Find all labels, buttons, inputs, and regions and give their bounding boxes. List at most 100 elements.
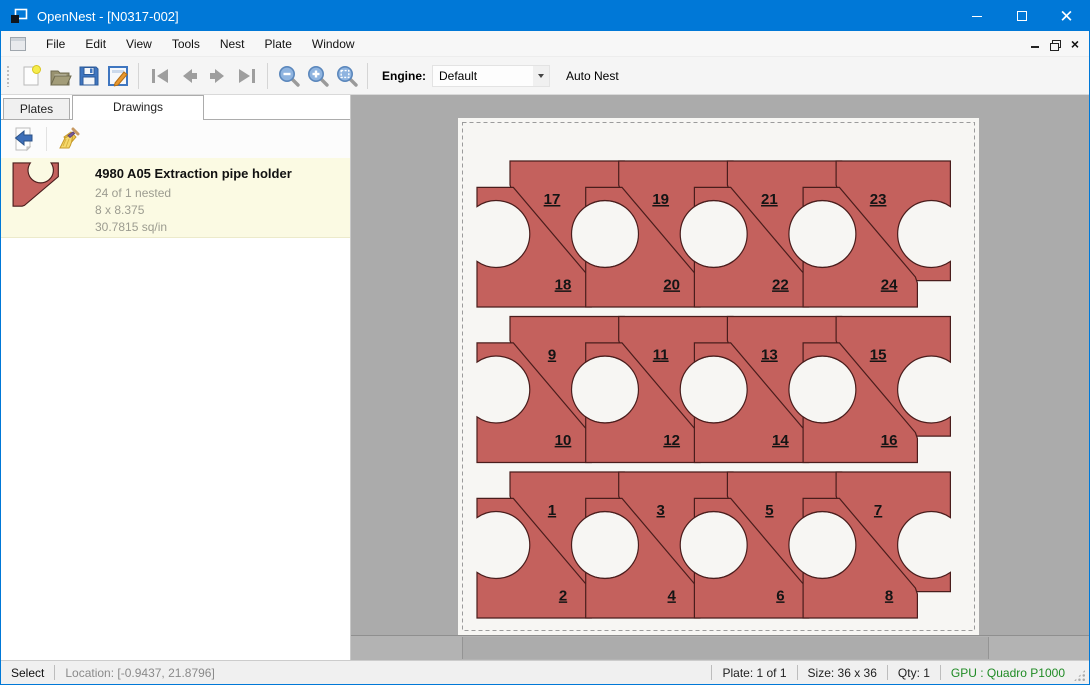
window-title: OpenNest - [N0317-002] — [37, 9, 179, 24]
status-separator — [887, 665, 888, 680]
scrollbar-thumb[interactable] — [462, 637, 989, 659]
drawing-item-info: 4980 A05 Extraction pipe holder 24 of 1 … — [95, 163, 342, 232]
toolbar-separator — [367, 63, 368, 89]
zoom-fit-button[interactable] — [332, 61, 361, 90]
mdi-window-controls: × — [1031, 38, 1079, 50]
drawings-toolbar — [1, 120, 350, 158]
part-number-label: 23 — [870, 191, 887, 208]
engine-combobox-value: Default — [433, 69, 533, 83]
save-edit-button[interactable] — [103, 61, 132, 90]
drawing-nested-count: 24 of 1 nested — [95, 185, 342, 202]
sidebar-panel: Plates Drawings — [1, 95, 351, 660]
go-previous-button[interactable] — [174, 61, 203, 90]
mdi-minimize-icon[interactable] — [1031, 46, 1039, 48]
sidebar-tabstrip: Plates Drawings — [1, 95, 350, 120]
part-number-label: 8 — [885, 587, 893, 604]
part-number-label: 24 — [881, 276, 898, 293]
status-separator — [54, 665, 55, 680]
clean-button[interactable] — [54, 124, 84, 154]
go-next-button[interactable] — [203, 61, 232, 90]
menu-item-window[interactable]: Window — [302, 32, 365, 56]
mdi-restore-icon[interactable] — [1052, 40, 1061, 48]
go-previous-icon — [177, 64, 201, 88]
zoom-out-button[interactable] — [274, 61, 303, 90]
part-number-label: 9 — [548, 347, 556, 364]
combobox-dropdown-icon[interactable] — [533, 66, 549, 86]
part-number-label: 11 — [653, 347, 669, 364]
plate-view[interactable]: 171819202122232491011121314151612345678 — [458, 118, 979, 635]
open-file-button[interactable] — [45, 61, 74, 90]
return-arrow-icon — [11, 126, 37, 152]
tab-plates[interactable]: Plates — [3, 98, 70, 119]
open-file-icon — [48, 64, 72, 88]
minimize-button[interactable] — [954, 1, 999, 31]
part-number-label: 10 — [555, 432, 572, 449]
save-edit-icon — [106, 64, 130, 88]
app-logo-icon — [10, 8, 28, 24]
panel-toolbar-separator — [46, 127, 47, 151]
status-gpu: GPU : Quadro P1000 — [951, 666, 1065, 680]
save-button[interactable] — [74, 61, 103, 90]
title-bar: OpenNest - [N0317-002] ✕ — [1, 1, 1089, 31]
status-plate-size: Size: 36 x 36 — [808, 666, 877, 680]
close-icon: ✕ — [1059, 8, 1073, 25]
zoom-fit-icon — [335, 64, 359, 88]
menu-item-file[interactable]: File — [36, 32, 75, 56]
menu-item-edit[interactable]: Edit — [75, 32, 116, 56]
menu-item-tools[interactable]: Tools — [162, 32, 210, 56]
menu-item-view[interactable]: View — [116, 32, 162, 56]
menu-item-nest[interactable]: Nest — [210, 32, 255, 56]
zoom-in-button[interactable] — [303, 61, 332, 90]
part-number-label: 7 — [874, 502, 882, 519]
engine-combobox[interactable]: Default — [432, 65, 550, 87]
auto-nest-button[interactable]: Auto Nest — [556, 63, 629, 89]
resize-grip-icon[interactable] — [1073, 669, 1086, 682]
drawing-list-item[interactable]: 4980 A05 Extraction pipe holder 24 of 1 … — [1, 158, 350, 238]
status-separator — [711, 665, 712, 680]
part-number-label: 20 — [663, 276, 680, 293]
menu-bar: FileEditViewToolsNestPlateWindow × — [1, 31, 1089, 57]
status-location: Location: [-0.9437, 21.8796] — [65, 666, 214, 680]
mdi-document-icon[interactable] — [10, 37, 26, 51]
app-window: OpenNest - [N0317-002] ✕ FileEditViewToo… — [0, 0, 1090, 685]
new-file-icon — [19, 64, 43, 88]
part-number-label: 12 — [663, 432, 680, 449]
go-first-button[interactable] — [145, 61, 174, 90]
drawing-area: 30.7815 sq/in — [95, 219, 342, 236]
close-button[interactable]: ✕ — [1044, 1, 1089, 31]
drawing-dimensions: 8 x 8.375 — [95, 202, 342, 219]
toolbar-grip[interactable] — [6, 65, 10, 87]
main-toolbar: Engine: Default Auto Nest — [1, 57, 1089, 95]
go-last-icon — [235, 64, 259, 88]
broom-icon — [56, 126, 82, 152]
maximize-button[interactable] — [999, 1, 1044, 31]
go-last-button[interactable] — [232, 61, 261, 90]
zoom-in-icon — [306, 64, 330, 88]
part-number-label: 5 — [765, 502, 773, 519]
go-next-icon — [206, 64, 230, 88]
mdi-close-icon[interactable]: × — [1071, 38, 1079, 50]
menu-items: FileEditViewToolsNestPlateWindow — [36, 32, 365, 56]
nest-canvas[interactable]: 171819202122232491011121314151612345678 — [351, 95, 1089, 660]
return-part-button[interactable] — [9, 124, 39, 154]
part-number-label: 15 — [870, 347, 887, 364]
tab-drawings[interactable]: Drawings — [72, 95, 204, 120]
part-number-label: 3 — [657, 502, 665, 519]
status-qty: Qty: 1 — [898, 666, 930, 680]
main-body: Plates Drawings — [1, 95, 1089, 660]
part-number-label: 16 — [881, 432, 898, 449]
canvas-horizontal-scrollbar[interactable] — [351, 635, 1089, 660]
maximize-icon — [1017, 11, 1027, 21]
toolbar-separator — [138, 63, 139, 89]
part-number-label: 2 — [559, 587, 567, 604]
new-file-button[interactable] — [16, 61, 45, 90]
status-bar: Select Location: [-0.9437, 21.8796] Plat… — [1, 660, 1089, 684]
go-first-icon — [148, 64, 172, 88]
status-plate-count: Plate: 1 of 1 — [722, 666, 786, 680]
part-number-label: 14 — [772, 432, 789, 449]
part-number-label: 1 — [548, 502, 556, 519]
toolbar-separator — [267, 63, 268, 89]
part-number-label: 17 — [544, 191, 561, 208]
menu-item-plate[interactable]: Plate — [255, 32, 302, 56]
part-number-label: 21 — [761, 191, 778, 208]
